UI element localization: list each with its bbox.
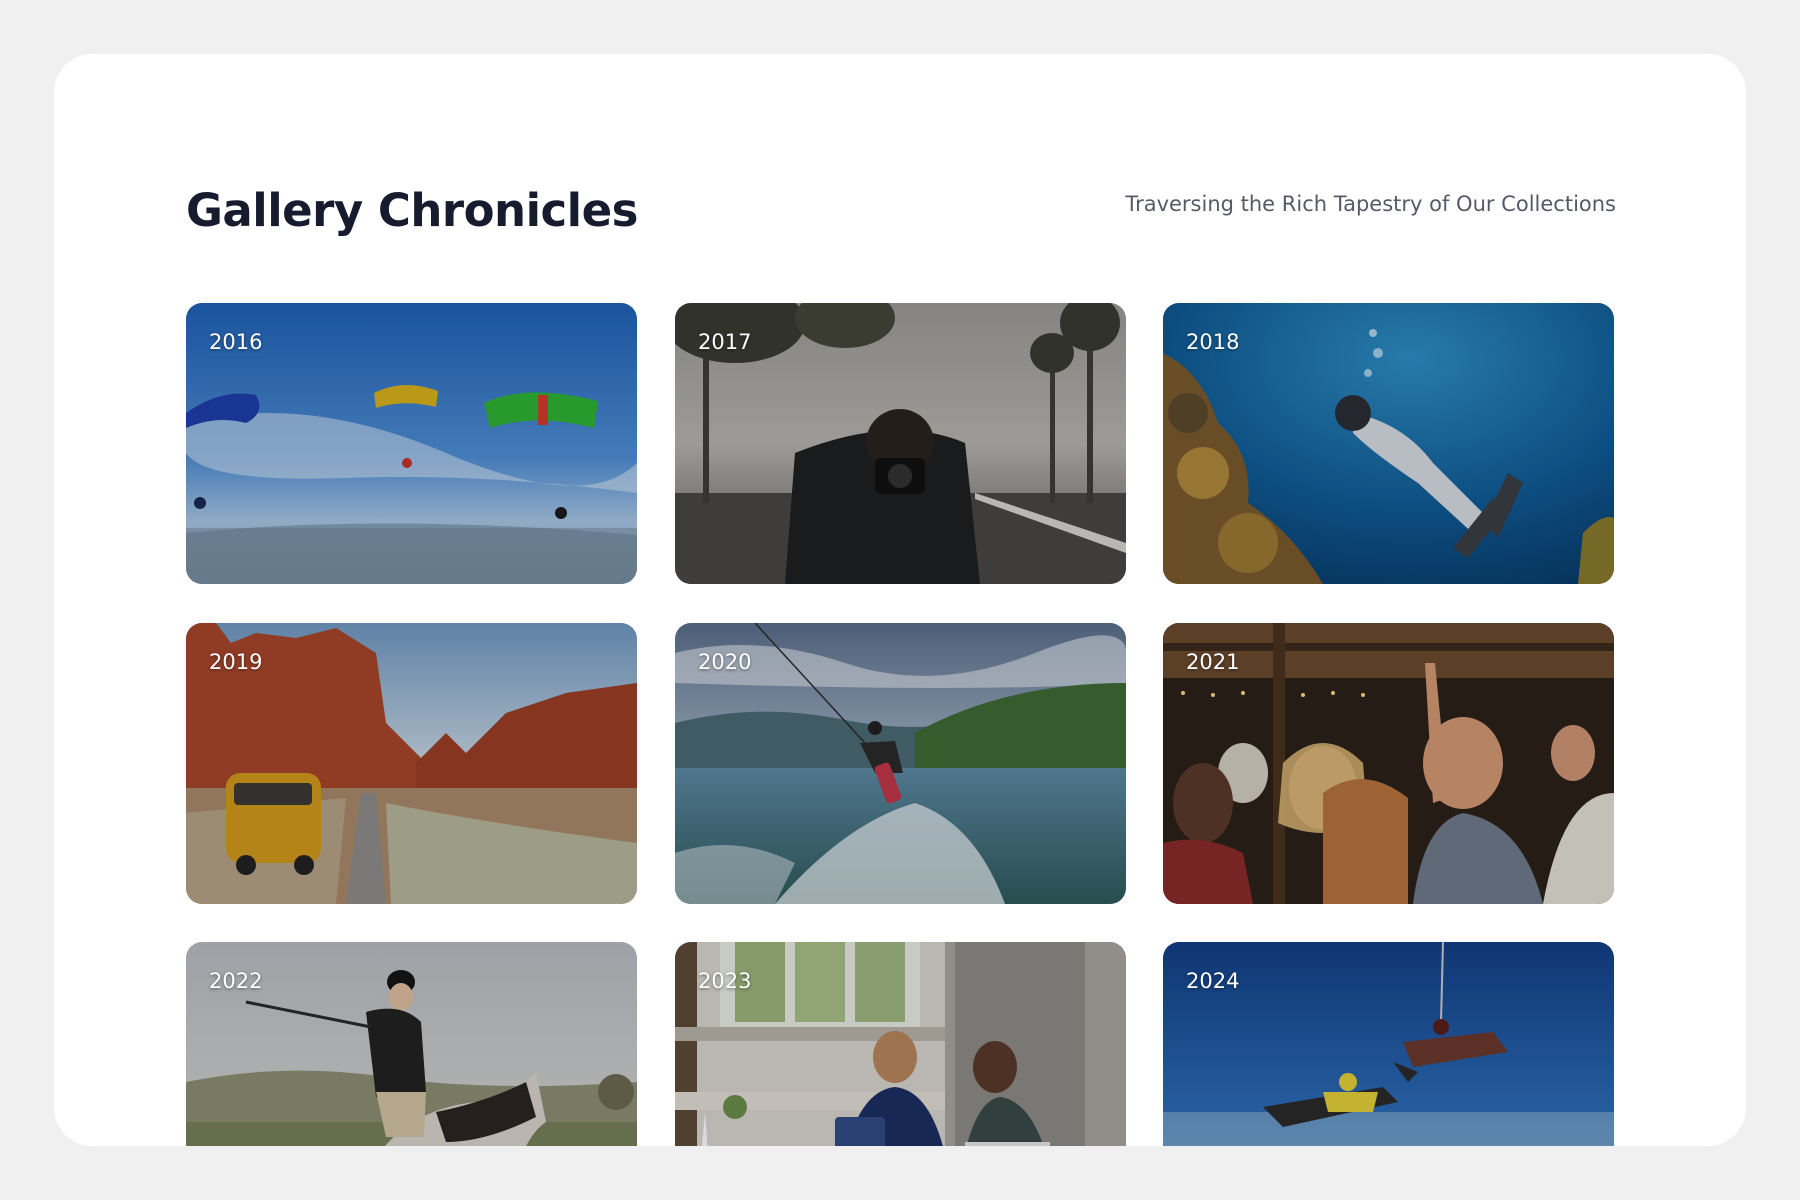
year-label: 2020 (698, 650, 752, 674)
gallery-card-2024[interactable]: 2024 (1163, 942, 1614, 1146)
gallery-card-2017[interactable]: 2017 (675, 303, 1126, 584)
year-label: 2018 (1186, 330, 1240, 354)
gallery-card-2022[interactable]: 2022 (186, 942, 637, 1146)
page-subtitle: Traversing the Rich Tapestry of Our Coll… (1125, 192, 1616, 216)
year-label: 2023 (698, 969, 752, 993)
year-label: 2021 (1186, 650, 1240, 674)
gallery-panel: Gallery Chronicles Traversing the Rich T… (54, 54, 1746, 1146)
gallery-card-2019[interactable]: 2019 (186, 623, 637, 904)
gallery-card-2018[interactable]: 2018 (1163, 303, 1614, 584)
year-label: 2019 (209, 650, 263, 674)
gallery-card-2021[interactable]: 2021 (1163, 623, 1614, 904)
page-title: Gallery Chronicles (186, 184, 638, 237)
gallery-header: Gallery Chronicles Traversing the Rich T… (186, 172, 1616, 252)
year-label: 2016 (209, 330, 263, 354)
year-label: 2024 (1186, 969, 1240, 993)
gallery-card-2016[interactable]: 2016 (186, 303, 637, 584)
gallery-card-2023[interactable]: 2023 (675, 942, 1126, 1146)
year-label: 2017 (698, 330, 752, 354)
gallery-card-2020[interactable]: 2020 (675, 623, 1126, 904)
year-label: 2022 (209, 969, 263, 993)
